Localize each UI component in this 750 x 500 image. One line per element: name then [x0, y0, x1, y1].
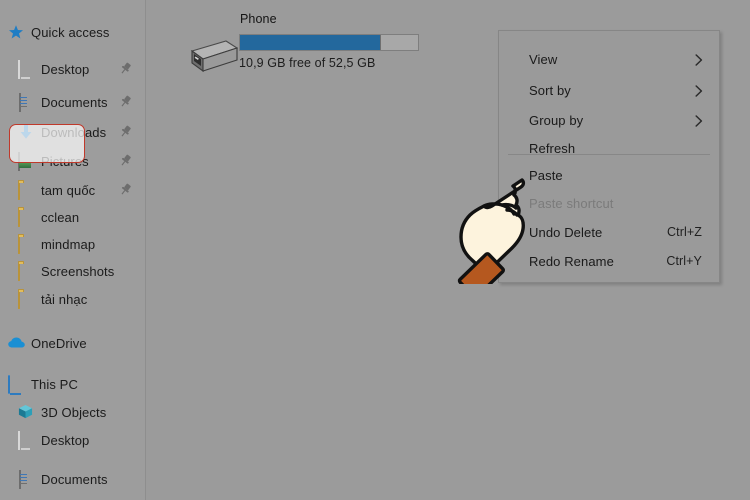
drive-tile-phone[interactable]: Phone 10,9 GB free of 52,5 GB [182, 12, 427, 78]
menu-item-label: Refresh [529, 140, 576, 156]
drive-capacity-label: 10,9 GB free of 52,5 GB [239, 56, 376, 70]
drive-capacity-bar [239, 34, 419, 51]
nav-item-this-pc[interactable]: This PC [0, 372, 146, 396]
navigation-pane: Quick accessDesktopDocumentsDownloadsPic… [0, 0, 146, 500]
nav-item-label: This PC [31, 376, 78, 392]
pin-icon[interactable] [119, 125, 132, 138]
chevron-right-icon [695, 114, 703, 127]
nav-item-desktop[interactable]: Desktop [0, 57, 146, 81]
menu-item-sort-by[interactable]: Sort by [500, 76, 720, 104]
nav-item-label: mindmap [41, 236, 96, 252]
menu-item-shortcut: Ctrl+Z [667, 225, 702, 239]
nav-item-label: Documents [41, 94, 108, 110]
nav-item-tam-quốc[interactable]: tam quốc [0, 178, 146, 202]
menu-item-paste[interactable]: Paste [500, 161, 720, 189]
nav-item-documents[interactable]: Documents [0, 467, 146, 491]
nav-item-desktop[interactable]: Desktop [0, 428, 146, 452]
chevron-right-icon [695, 84, 703, 97]
nav-item-label: Desktop [41, 61, 90, 77]
nav-item-label: Desktop [41, 432, 90, 448]
menu-item-group-by[interactable]: Group by [500, 106, 720, 134]
menu-item-label: Redo Rename [529, 253, 614, 269]
pin-icon[interactable] [119, 154, 132, 167]
cloud-icon [8, 335, 25, 351]
pin-icon[interactable] [119, 95, 132, 108]
folder-icon [18, 208, 34, 227]
document-icon [18, 93, 34, 112]
menu-item-label: Undo Delete [529, 224, 603, 240]
pin-icon[interactable] [119, 62, 132, 75]
menu-item-label: Paste [529, 167, 563, 183]
nav-item-cclean[interactable]: cclean [0, 205, 146, 229]
nav-item-label: Screenshots [41, 263, 115, 279]
nav-item-label: Quick access [31, 24, 110, 40]
chevron-right-icon [695, 53, 703, 66]
computer-icon [8, 375, 24, 394]
folder-icon [18, 181, 34, 200]
folder-icon [18, 290, 34, 309]
menu-item-label: Sort by [529, 82, 571, 98]
nav-item-onedrive[interactable]: OneDrive [0, 331, 146, 355]
folder-icon [18, 262, 34, 281]
portable-drive-icon [186, 37, 239, 75]
drive-capacity-bar-fill [240, 35, 381, 50]
file-explorer-screenshot: Quick accessDesktopDocumentsDownloadsPic… [0, 0, 750, 500]
menu-item-shortcut: Ctrl+Y [666, 254, 702, 268]
document-icon [18, 470, 34, 489]
nav-item-label: tam quốc [41, 182, 96, 198]
pin-icon[interactable] [119, 183, 132, 196]
nav-item-label: tải nhạc [41, 291, 88, 307]
folder-icon [18, 235, 34, 254]
menu-item-label: Paste shortcut [529, 195, 614, 211]
nav-item-mindmap[interactable]: mindmap [0, 232, 146, 256]
nav-item-quick-access[interactable]: Quick access [0, 20, 146, 44]
menu-item-label: Group by [529, 112, 584, 128]
desktop-icon [18, 431, 34, 450]
menu-item-paste-shortcut: Paste shortcut [500, 189, 720, 217]
menu-item-refresh[interactable]: Refresh [500, 134, 720, 162]
nav-item-3d-objects[interactable]: 3D Objects [0, 400, 146, 424]
menu-item-undo-delete[interactable]: Undo Delete Ctrl+Z [500, 218, 720, 246]
menu-item-redo-rename[interactable]: Redo Rename Ctrl+Y [500, 247, 720, 275]
nav-item-screenshots[interactable]: Screenshots [0, 259, 146, 283]
menu-item-label: View [529, 51, 558, 67]
paste-highlight-annotation [9, 124, 85, 163]
nav-item-documents[interactable]: Documents [0, 90, 146, 114]
nav-item-label: Documents [41, 471, 108, 487]
nav-item-label: cclean [41, 209, 80, 225]
nav-item-label: 3D Objects [41, 404, 107, 420]
drive-name-label: Phone [240, 12, 277, 26]
nav-item-tải-nhạc[interactable]: tải nhạc [0, 287, 146, 311]
context-menu[interactable]: View Sort by Group by Refresh Paste Paste sho… [498, 30, 720, 283]
cube-icon [18, 404, 34, 420]
nav-item-label: OneDrive [31, 335, 87, 351]
menu-item-view[interactable]: View [500, 45, 720, 73]
star-icon [8, 24, 24, 40]
desktop-icon [18, 60, 34, 79]
